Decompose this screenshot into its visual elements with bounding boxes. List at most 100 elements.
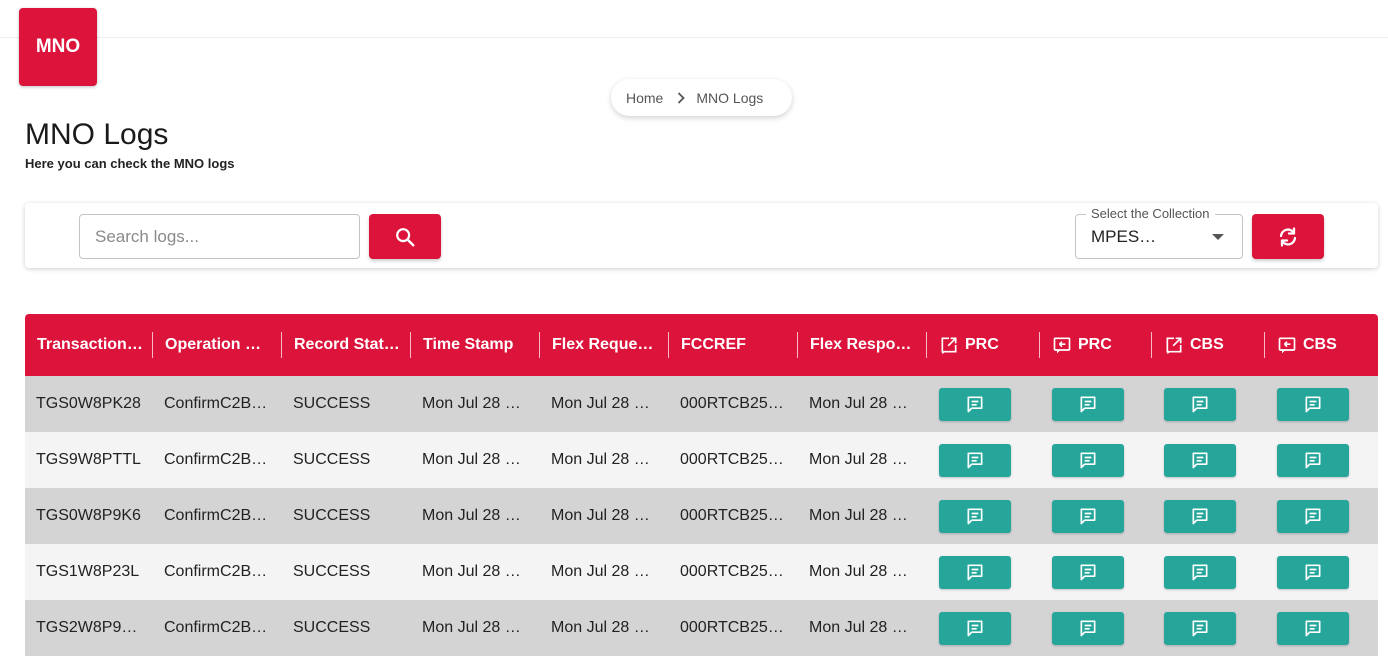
logs-table: Transaction Id Operation N… Record Statu… [25,314,1378,670]
message-icon [1190,394,1210,414]
breadcrumb-home[interactable]: Home [626,90,663,106]
cell-flex-response: Mon Jul 28 … [809,619,908,636]
mno-logo[interactable]: MNO [19,8,97,86]
message-icon [1190,618,1210,638]
cell-cbs-response [1265,432,1378,488]
view-prc-response-button[interactable] [1052,443,1124,477]
message-icon [1303,506,1323,526]
cell-cbs-response [1265,376,1378,432]
column-header-transaction-id[interactable]: Transaction Id [25,314,153,376]
view-prc-response-button[interactable] [1052,499,1124,533]
cell-flex-request: Mon Jul 28 … [551,507,650,524]
view-cbs-request-button[interactable] [1164,499,1236,533]
cell-operation-name: ConfirmC2B… [164,563,268,580]
view-cbs-request-button[interactable] [1164,555,1236,589]
cell-prc-request [927,488,1040,544]
column-header-cbs-response[interactable]: CBS [1265,314,1378,376]
cell-prc-request [927,600,1040,656]
column-header-fccref[interactable]: FCCREF [669,314,798,376]
view-prc-request-button[interactable] [939,499,1011,533]
view-prc-response-button[interactable] [1052,555,1124,589]
cell-cbs-request [1152,600,1265,656]
cell-transaction-id: TGS0W8P9K6 [36,507,141,524]
message-icon [965,506,985,526]
cell-cbs-request [1152,376,1265,432]
view-cbs-request-button[interactable] [1164,443,1236,477]
cell-flex-response: Mon Jul 28 … [809,395,908,412]
view-prc-request-button[interactable] [939,443,1011,477]
collection-select[interactable]: Select the Collection MPES… [1075,206,1243,259]
cell-cbs-request [1152,488,1265,544]
top-bar [0,0,1388,38]
view-cbs-response-button[interactable] [1277,443,1349,477]
search-button[interactable] [369,214,441,259]
message-icon [1078,562,1098,582]
table-row: TGS1W8P23L ConfirmC2B… SUCCESS Mon Jul 2… [25,544,1378,600]
column-header-time-stamp[interactable]: Time Stamp [411,314,540,376]
view-prc-request-button[interactable] [939,555,1011,589]
cell-fccref: 000RTCB25… [680,619,784,636]
view-cbs-response-button[interactable] [1277,611,1349,645]
column-header-prc-request[interactable]: PRC [927,314,1040,376]
column-header-prc-response[interactable]: PRC [1040,314,1152,376]
column-header-cbs-request[interactable]: CBS [1152,314,1265,376]
cell-operation-name: ConfirmC2B… [164,451,268,468]
cell-flex-request: Mon Jul 28 … [551,451,650,468]
column-header-operation-name[interactable]: Operation N… [153,314,282,376]
column-header-record-status[interactable]: Record Status [282,314,411,376]
cell-record-status: SUCCESS [293,395,371,412]
message-icon [1303,562,1323,582]
view-prc-response-button[interactable] [1052,387,1124,421]
cell-operation-name: ConfirmC2B… [164,619,268,636]
cell-fccref: 000RTCB25… [680,563,784,580]
message-icon [1190,562,1210,582]
message-icon [965,562,985,582]
cell-time-stamp: Mon Jul 28 … [422,563,521,580]
view-cbs-response-button[interactable] [1277,555,1349,589]
message-icon [965,394,985,414]
message-icon [1190,450,1210,470]
cell-time-stamp: Mon Jul 28 … [422,619,521,636]
cell-time-stamp: Mon Jul 28 … [422,507,521,524]
view-cbs-response-button[interactable] [1277,499,1349,533]
cell-cbs-response [1265,600,1378,656]
collection-select-label: Select the Collection [1086,206,1215,221]
caret-down-icon [1212,234,1224,240]
cell-prc-request [927,544,1040,600]
cell-transaction-id: TGS0W8PK28 [36,395,141,412]
refresh-button[interactable] [1252,214,1324,259]
message-icon [1078,506,1098,526]
table-header-row: Transaction Id Operation N… Record Statu… [25,314,1378,376]
view-prc-request-button[interactable] [939,387,1011,421]
cell-cbs-request [1152,432,1265,488]
cell-time-stamp: Mon Jul 28 … [422,395,521,412]
search-input[interactable] [79,214,360,259]
view-prc-request-button[interactable] [939,611,1011,645]
message-icon [965,450,985,470]
incoming-message-icon [1277,335,1297,355]
breadcrumb-current: MNO Logs [696,89,764,106]
column-header-flex-request[interactable]: Flex Reque… [540,314,669,376]
message-icon [1078,618,1098,638]
cell-prc-request [927,432,1040,488]
cell-flex-request: Mon Jul 28 … [551,619,650,636]
cell-record-status: SUCCESS [293,619,371,636]
view-cbs-request-button[interactable] [1164,387,1236,421]
cell-fccref: 000RTCB25… [680,451,784,468]
cell-fccref: 000RTCB25… [680,395,784,412]
table-row: TGS0W8P9K6 ConfirmC2B… SUCCESS Mon Jul 2… [25,488,1378,544]
view-cbs-response-button[interactable] [1277,387,1349,421]
cell-transaction-id: TGS9W8PTTL [36,451,141,468]
cell-prc-response [1040,544,1152,600]
page-title: MNO Logs [25,118,169,151]
cell-prc-response [1040,376,1152,432]
column-header-flex-response[interactable]: Flex Respo… [798,314,927,376]
message-icon [1190,506,1210,526]
view-prc-response-button[interactable] [1052,611,1124,645]
view-cbs-request-button[interactable] [1164,611,1236,645]
search-icon [394,226,416,248]
breadcrumb: Home MNO Logs [611,79,792,116]
cell-transaction-id: TGS1W8P23L [36,563,140,580]
message-icon [1303,394,1323,414]
cell-operation-name: ConfirmC2B… [164,507,268,524]
